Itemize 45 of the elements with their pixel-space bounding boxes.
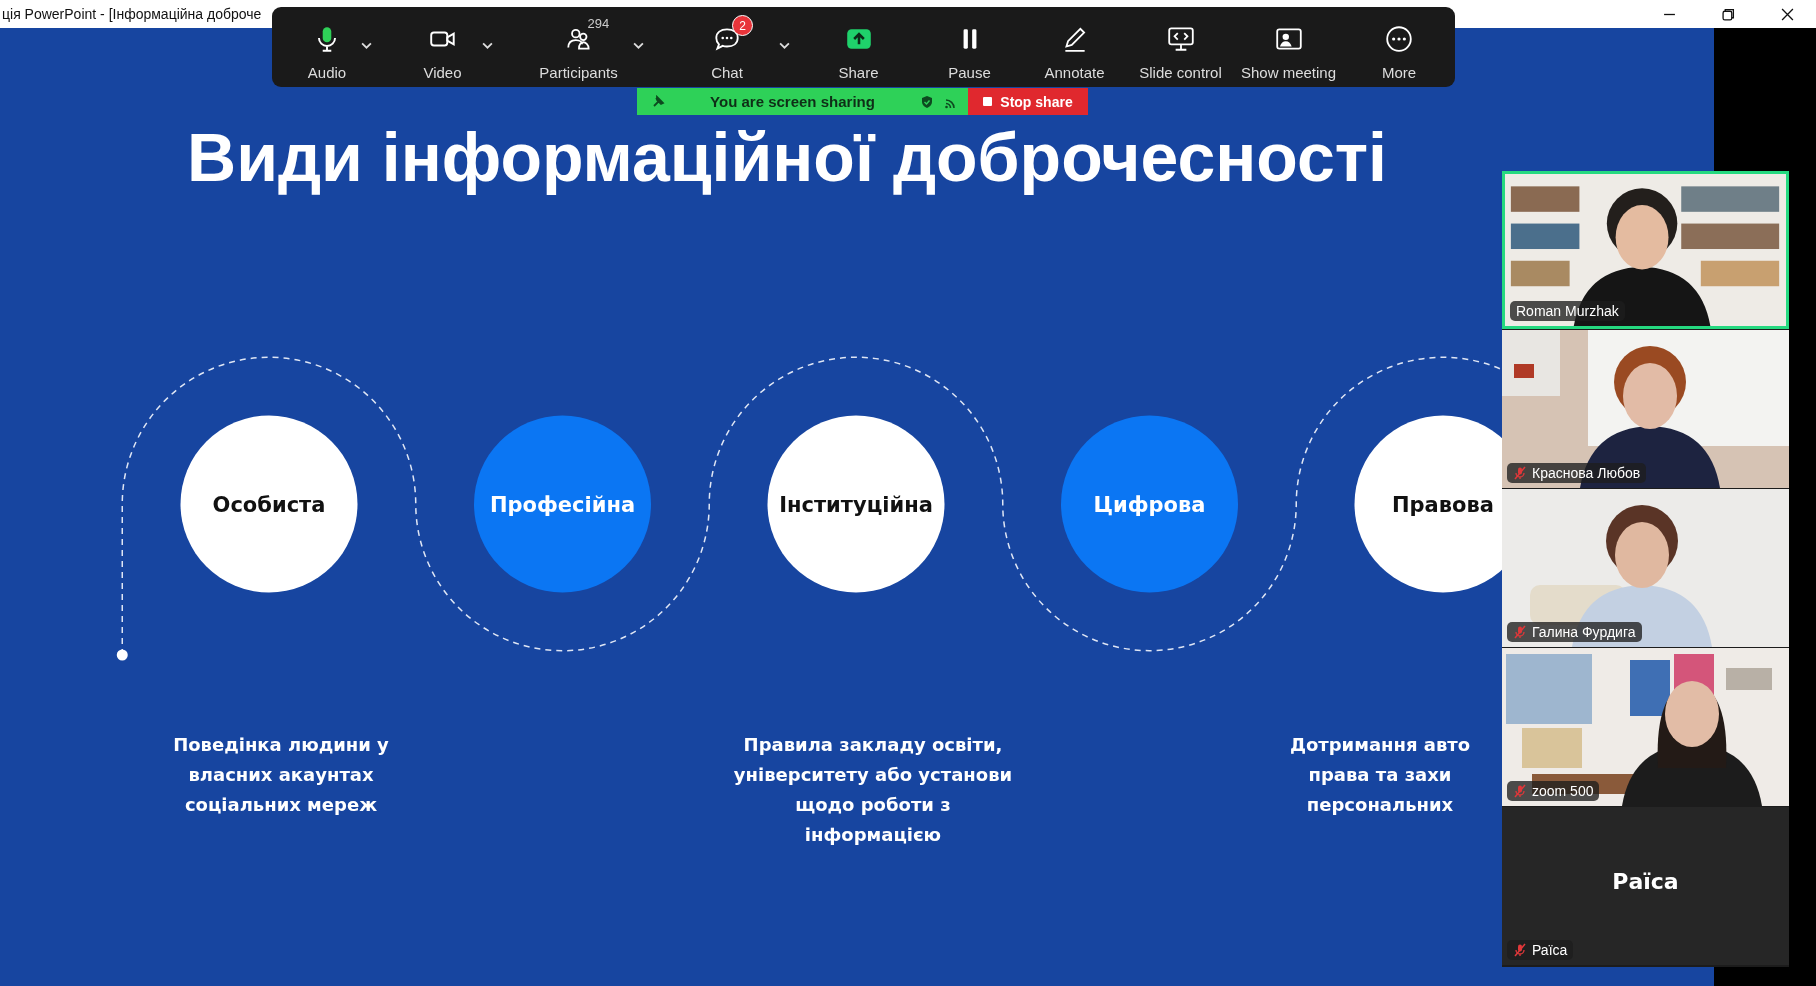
stop-share-button[interactable]: Stop share: [968, 88, 1088, 115]
participant-name: Краснова Любов: [1532, 465, 1641, 481]
toolbar-button[interactable]: 294 Participants: [503, 7, 654, 87]
toolbar-button[interactable]: Share: [800, 7, 917, 87]
window-title: ція PowerPoint - [Інформаційна доброче: [1, 6, 262, 22]
video-tile[interactable]: Roman Murzhak: [1502, 171, 1789, 329]
stage-description: Поведінка людини у власних акаунтах соціальних мереж: [172, 733, 390, 817]
slide-control-icon: [1165, 24, 1196, 54]
more-icon: [1384, 24, 1414, 54]
toolbar-button[interactable]: Audio: [272, 7, 382, 87]
toolbar-button[interactable]: Slide control: [1127, 7, 1234, 87]
toolbar-button[interactable]: Show meeting: [1234, 7, 1343, 87]
toolbar-button[interactable]: Annotate: [1022, 7, 1127, 87]
participant-name: Раїса: [1532, 942, 1568, 958]
caret-icon[interactable]: [633, 42, 644, 49]
start-dot: [116, 649, 128, 661]
video-tile[interactable]: zoom 500: [1502, 648, 1789, 806]
caret-icon[interactable]: [779, 42, 790, 49]
avatar-name: Раїса: [1611, 869, 1680, 894]
restore-icon[interactable]: [1722, 7, 1735, 21]
unread-badge: 2: [732, 15, 753, 36]
stage-label: Професійна: [489, 493, 636, 517]
shield-icon: [920, 94, 934, 109]
video-tile[interactable]: Краснова Любов: [1502, 330, 1789, 488]
participant-name: Галина Фурдига: [1532, 624, 1636, 640]
sharing-status: You are screen sharing: [709, 93, 876, 110]
stage-description: Правила закладу освіти, університету або установи щодо роботи з інформацією: [732, 733, 1014, 847]
caret-icon[interactable]: [482, 42, 493, 49]
caret-icon[interactable]: [361, 42, 372, 49]
participant-name: Roman Murzhak: [1516, 303, 1619, 319]
stage-label: Інституційна: [779, 493, 933, 517]
close-icon[interactable]: [1781, 7, 1794, 21]
stage-label: Цифрова: [1093, 493, 1206, 517]
toolbar-button[interactable]: 2 Chat: [654, 7, 800, 87]
toolbar-button[interactable]: More: [1343, 7, 1455, 87]
video-tile[interactable]: Раїса Раїса: [1502, 807, 1789, 965]
stage-description: Дотримання авто права та захи персональних: [1288, 733, 1472, 817]
stage-label: Особиста: [212, 493, 326, 517]
slide-title: Види інформаційної доброчесності: [187, 120, 1387, 194]
participant-name: zoom 500: [1532, 783, 1594, 799]
toolbar-button[interactable]: Video: [382, 7, 503, 87]
video-tile[interactable]: Галина Фурдига: [1502, 489, 1789, 647]
toolbar-button[interactable]: Pause: [917, 7, 1022, 87]
stage-label: Правова: [1392, 493, 1494, 517]
participant-count: 294: [587, 16, 610, 31]
